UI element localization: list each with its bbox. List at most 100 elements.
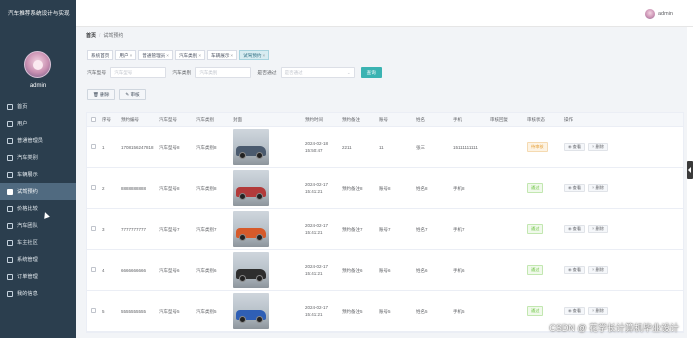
remark-cell: 预约备注7 — [342, 226, 363, 232]
operation-cell: ◉查看 ×删除 — [561, 225, 651, 233]
tab-tag[interactable]: 试驾预约× — [239, 50, 270, 60]
time-cell: 2024-02-17 15:41:21 — [302, 263, 339, 277]
admin-icon — [7, 137, 13, 144]
batch-delete-button[interactable]: 🗑 删除 — [87, 89, 116, 100]
tag-bar: 系统首页 用户× 普通管理员× 汽车类别× 车辆展示× 试驾预约× — [87, 50, 271, 60]
view-button[interactable]: ◉查看 — [564, 143, 586, 151]
batch-review-button[interactable]: ✎ 审核 — [119, 89, 146, 100]
model-search-input[interactable]: 汽车型号 — [110, 67, 167, 78]
row-checkbox[interactable] — [91, 185, 96, 190]
sidebar-item[interactable]: 汽车类别 — [0, 149, 76, 166]
category-cell: 汽车类别8 — [196, 144, 217, 150]
delete-button[interactable]: ×删除 — [588, 225, 608, 233]
view-button[interactable]: ◉查看 — [564, 307, 586, 315]
operation-cell: ◉查看 ×删除 — [561, 184, 651, 192]
sidebar-item[interactable]: 首页 — [0, 98, 76, 115]
order-no-cell: 8888888888 — [121, 185, 147, 191]
index-cell: 3 — [102, 226, 105, 232]
sidebar-item[interactable]: 车主社区 — [0, 234, 76, 251]
sidebar: 汽车推荐系统设计与实现 admin 首页 用户 普通管理员 汽车类别 车辆展示 试驾预约价… — [0, 0, 76, 338]
close-icon[interactable]: × — [263, 53, 266, 58]
close-icon: × — [592, 308, 595, 313]
status-cell: 待审核 — [524, 142, 561, 152]
top-username[interactable]: admin — [658, 11, 673, 17]
wheel-shape — [239, 234, 246, 241]
sidebar-item[interactable]: 我的信息 — [0, 285, 76, 302]
time-clock: 15:41:21 — [305, 312, 323, 317]
tab-tag[interactable]: 普通管理员× — [138, 50, 173, 60]
car-cover-image — [233, 252, 269, 288]
delete-button[interactable]: ×删除 — [588, 266, 608, 274]
delete-button[interactable]: ×删除 — [588, 143, 608, 151]
sidebar-item[interactable]: 汽车团队 — [0, 217, 76, 234]
category-cell: 汽车类别8 — [196, 185, 217, 191]
row-checkbox[interactable] — [91, 144, 96, 149]
avatar[interactable] — [24, 51, 51, 78]
delete-button[interactable]: ×删除 — [588, 307, 608, 315]
sidebar-item[interactable]: 系统管理 — [0, 251, 76, 268]
app-title: 汽车推荐系统设计与实现 — [8, 11, 70, 17]
sidebar-item[interactable]: 用户 — [0, 115, 76, 132]
select-all-checkbox[interactable] — [91, 116, 96, 122]
row-select-cell — [87, 185, 99, 191]
wheel-shape — [239, 275, 246, 282]
close-icon: × — [592, 267, 595, 272]
tab-tag[interactable]: 汽车类别× — [174, 50, 206, 60]
name-cell: 姓名8 — [416, 185, 428, 191]
sidebar-item[interactable]: 价格比较 — [0, 200, 76, 217]
model-cell: 汽车型号6 — [159, 267, 180, 273]
close-icon[interactable]: × — [166, 53, 169, 58]
side-collapse-handle[interactable] — [687, 161, 693, 179]
sidebar-item[interactable]: 普通管理员 — [0, 132, 76, 149]
top-bar: admin — [76, 0, 693, 27]
time-clock: 15:41:21 — [305, 189, 323, 194]
order-no-cell: 7777777777 — [121, 226, 147, 232]
operation-cell: ◉查看 ×删除 — [561, 266, 651, 274]
row-checkbox[interactable] — [91, 226, 96, 231]
close-icon[interactable]: × — [130, 53, 133, 58]
close-icon[interactable]: × — [230, 53, 233, 58]
car-cover-image — [233, 211, 269, 247]
account-cell: 账号5 — [379, 308, 391, 314]
tab-tag[interactable]: 车辆展示× — [207, 50, 238, 60]
time-clock: 15:41:21 — [305, 271, 323, 276]
order-icon — [7, 273, 13, 280]
view-button[interactable]: ◉查看 — [564, 225, 586, 233]
tab-tag[interactable]: 用户× — [115, 50, 137, 60]
sidebar-item[interactable]: 试驾预约 — [0, 183, 76, 200]
cover-cell — [230, 170, 302, 206]
category-search-input[interactable]: 汽车类别 — [195, 67, 252, 78]
sidebar-item[interactable]: 订单管理 — [0, 268, 76, 285]
index-cell: 4 — [102, 267, 105, 273]
sidebar-item-label: 车主社区 — [17, 240, 38, 246]
breadcrumb-home[interactable]: 首页 — [86, 33, 96, 39]
time-date: 2024-02-17 — [305, 223, 329, 228]
operation-cell: ◉查看 ×删除 — [561, 307, 651, 315]
close-icon[interactable]: × — [198, 53, 201, 58]
table-row: 3 7777777777 汽车型号7 汽车类别7 2024-02-17 15:41:21 预… — [87, 209, 683, 250]
row-checkbox[interactable] — [91, 267, 96, 272]
view-button[interactable]: ◉查看 — [564, 184, 586, 192]
remark-cell: 2211 — [342, 144, 352, 150]
pass-select[interactable]: 是否通过 ⌄ — [280, 67, 355, 78]
delete-button[interactable]: ×删除 — [588, 184, 608, 192]
index-cell: 1 — [102, 144, 105, 150]
top-avatar[interactable] — [645, 9, 655, 19]
order-no-cell: 6666666666 — [121, 267, 147, 273]
tab-tag[interactable]: 系统首页 — [87, 50, 114, 60]
row-checkbox[interactable] — [91, 308, 96, 313]
view-label: 查看 — [572, 185, 582, 190]
watermark: CSDN @ 花学长计算机毕业设计 — [549, 323, 679, 333]
view-button[interactable]: ◉查看 — [564, 266, 586, 274]
name-cell: 张三 — [416, 144, 425, 150]
booking-table: 序号 预约编号 汽车型号 汽车类别 封面 预约时间 预约备注 账号 姓名 手机 审核回复 审核状态 操作… — [86, 112, 684, 333]
table-header: 序号 预约编号 汽车型号 汽车类别 封面 预约时间 预约备注 账号 姓名 手机 审核回复 审核状态 操作 — [87, 113, 683, 127]
delete-label: 删除 — [595, 308, 604, 313]
sidebar-item[interactable]: 车辆展示 — [0, 166, 76, 183]
search-button[interactable]: 查询 — [360, 67, 382, 78]
account-cell: 11 — [379, 144, 384, 150]
sidebar-item-label: 系统管理 — [17, 257, 38, 263]
eye-icon: ◉ — [568, 144, 572, 149]
delete-label: 删除 — [595, 267, 604, 272]
home-icon — [7, 103, 13, 110]
